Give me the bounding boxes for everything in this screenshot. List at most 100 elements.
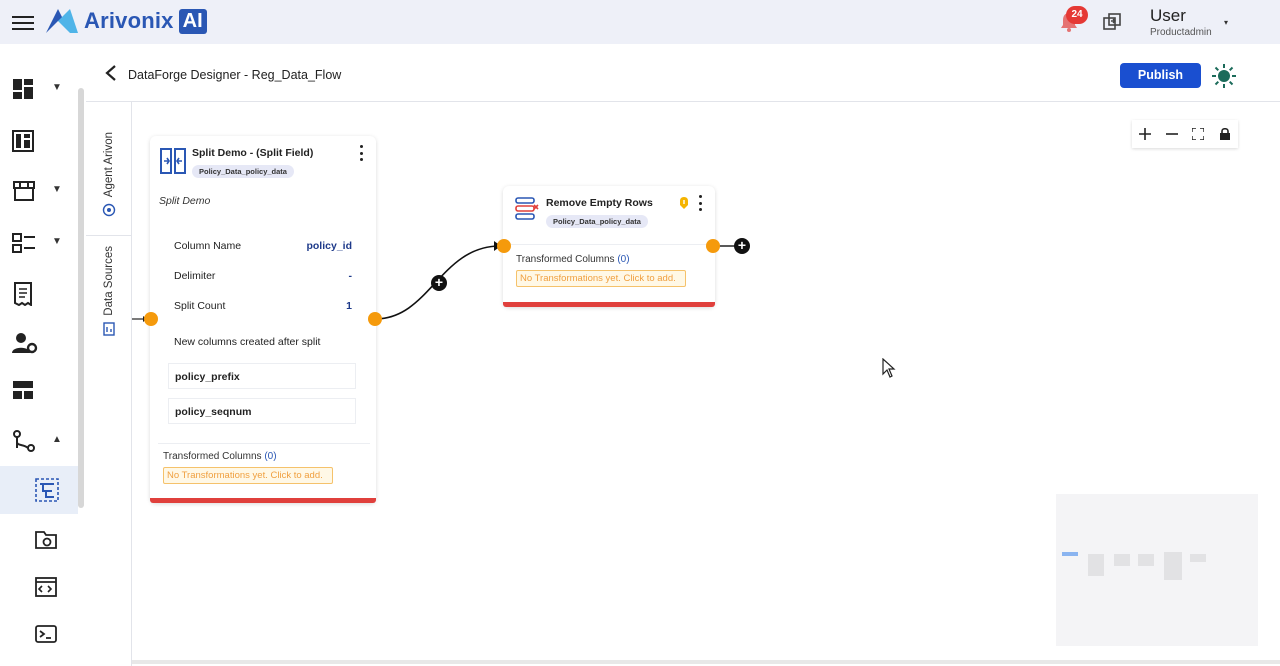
top-bar: Arivonix AI 24 User Productadmin ▾ xyxy=(0,0,1280,44)
sidebar-item-store[interactable]: ▼ xyxy=(0,168,78,214)
logo: Arivonix AI xyxy=(44,6,207,36)
tab-data-sources[interactable]: Data Sources xyxy=(94,246,124,336)
agent-icon xyxy=(102,204,116,217)
node-menu-icon[interactable] xyxy=(356,145,366,161)
node-subtitle: Split Demo xyxy=(159,195,211,207)
chevron-down-icon[interactable]: ▼ xyxy=(52,82,62,93)
layout-icon xyxy=(13,381,33,399)
sidebar-item-terminal[interactable] xyxy=(0,612,78,658)
sidebar-item-code-window[interactable] xyxy=(0,564,78,610)
sidebar-item-columns[interactable] xyxy=(0,118,78,164)
split-count-value: 1 xyxy=(346,300,352,312)
minimap-node xyxy=(1138,554,1154,566)
transformed-count: (0) xyxy=(617,254,630,265)
add-next-node-icon[interactable]: + xyxy=(734,238,750,254)
menu-icon[interactable] xyxy=(12,12,34,32)
remove-input-port[interactable] xyxy=(497,239,511,253)
designer-header: DataForge Designer - Reg_Data_Flow Publi… xyxy=(86,44,1280,102)
edge-add-node-icon[interactable]: + xyxy=(431,275,447,291)
node-title: Split Demo - (Split Field) xyxy=(192,147,314,159)
sun-settings-icon[interactable] xyxy=(1210,62,1238,90)
sidebar-scrollbar[interactable] xyxy=(78,88,84,508)
new-columns-label: New columns created after split xyxy=(174,336,321,348)
user-menu-caret-icon[interactable]: ▾ xyxy=(1224,18,1228,27)
logo-badge: AI xyxy=(178,8,207,34)
canvas-horizontal-scrollbar[interactable] xyxy=(132,660,1280,664)
receipt-icon xyxy=(14,282,32,306)
new-column-item: policy_seqnum xyxy=(168,398,356,424)
split-count-label: Split Count xyxy=(174,300,226,312)
sidebar-item-user-settings[interactable] xyxy=(0,320,78,366)
sidebar-item-layout[interactable] xyxy=(0,368,78,414)
terminal-icon xyxy=(35,625,57,643)
node-error-bar xyxy=(503,302,715,307)
node-divider xyxy=(511,244,707,245)
transformed-count: (0) xyxy=(264,451,277,462)
notification-badge: 24 xyxy=(1066,6,1088,24)
logo-mark-icon xyxy=(46,9,78,33)
minimap-node xyxy=(1164,552,1182,580)
publish-button[interactable]: Publish xyxy=(1120,63,1201,88)
sidebar-item-folder-settings[interactable] xyxy=(0,516,78,562)
tab-agent-arivon[interactable]: Agent Arivon xyxy=(94,132,124,217)
workflow-icon xyxy=(13,430,35,452)
node-split-field[interactable]: Split Demo - (Split Field) Policy_Data_p… xyxy=(150,136,376,503)
node-menu-icon[interactable] xyxy=(695,195,705,211)
checklist-icon xyxy=(12,233,35,253)
transformed-columns-label: Transformed Columns (0) xyxy=(516,254,630,265)
minimap-node xyxy=(1190,554,1206,562)
code-window-icon xyxy=(35,577,57,597)
logo-text: Arivonix xyxy=(84,8,174,33)
warning-icon[interactable] xyxy=(679,196,689,210)
split-input-port[interactable] xyxy=(144,312,158,326)
dataforge-icon xyxy=(35,478,59,502)
zoom-in-icon[interactable] xyxy=(1135,124,1155,144)
sidebar-item-dataforge[interactable] xyxy=(0,466,78,514)
minimap-node xyxy=(1088,554,1104,576)
minimap-node xyxy=(1114,554,1130,566)
sidebar-item-workflow[interactable]: ▲ xyxy=(0,418,78,464)
node-error-bar xyxy=(150,498,376,503)
node-remove-empty-rows[interactable]: Remove Empty Rows Policy_Data_policy_dat… xyxy=(503,186,715,307)
sidebar-item-receipt[interactable] xyxy=(0,270,78,316)
remove-rows-icon xyxy=(515,197,539,220)
sidebar: ▼ ▼ ▼ ▲ xyxy=(0,44,86,666)
data-sources-icon xyxy=(103,321,115,336)
column-name-label: Column Name xyxy=(174,240,242,252)
sidebar-item-dashboard[interactable]: ▼ xyxy=(0,66,78,112)
add-transformation-button[interactable]: No Transformations yet. Click to add. xyxy=(163,467,333,484)
chevron-down-icon[interactable]: ▼ xyxy=(52,184,62,195)
delimiter-label: Delimiter xyxy=(174,270,216,282)
page-title: DataForge Designer - Reg_Data_Flow xyxy=(128,68,342,82)
dashboard-icon xyxy=(13,79,33,99)
back-arrow-icon[interactable] xyxy=(104,64,118,82)
canvas-controls xyxy=(1132,120,1238,148)
mouse-cursor-icon xyxy=(882,358,896,378)
transformed-columns-label: Transformed Columns (0) xyxy=(163,451,277,462)
dataset-tag: Policy_Data_policy_data xyxy=(192,165,294,178)
folder-settings-icon xyxy=(35,531,57,549)
tab-agent-arivon-label: Agent Arivon xyxy=(103,132,115,198)
switch-account-icon[interactable] xyxy=(1102,12,1122,32)
split-output-port[interactable] xyxy=(368,312,382,326)
lock-icon[interactable] xyxy=(1215,124,1235,144)
remove-output-port[interactable] xyxy=(706,239,720,253)
user-name[interactable]: User xyxy=(1150,6,1186,26)
split-field-icon xyxy=(160,148,186,174)
chevron-up-icon[interactable]: ▲ xyxy=(52,434,62,445)
store-icon xyxy=(13,181,35,201)
delimiter-value: - xyxy=(348,270,353,282)
dataset-tag: Policy_Data_policy_data xyxy=(546,215,648,228)
side-panel-rail: Agent Arivon Data Sources xyxy=(86,102,132,666)
user-role: Productadmin xyxy=(1150,27,1212,38)
node-divider xyxy=(158,443,370,444)
zoom-out-icon[interactable] xyxy=(1162,124,1182,144)
columns-icon xyxy=(12,130,34,152)
sidebar-item-checklist[interactable]: ▼ xyxy=(0,220,78,266)
node-title: Remove Empty Rows xyxy=(546,197,653,209)
minimap[interactable] xyxy=(1056,494,1258,646)
fit-view-icon[interactable] xyxy=(1188,124,1208,144)
rail-divider xyxy=(86,235,132,236)
chevron-down-icon[interactable]: ▼ xyxy=(52,236,62,247)
add-transformation-button[interactable]: No Transformations yet. Click to add. xyxy=(516,270,686,287)
